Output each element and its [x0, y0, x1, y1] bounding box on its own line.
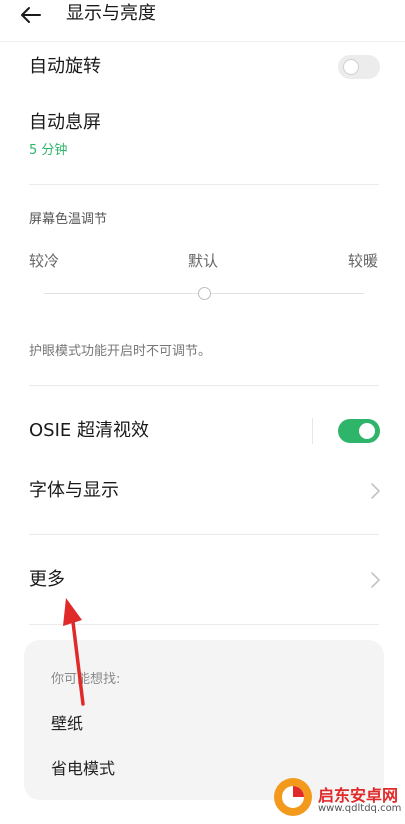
osie-toggle[interactable] [338, 419, 380, 443]
red-arrow-annotation [63, 598, 85, 706]
more-row[interactable]: 更多 [0, 563, 405, 599]
color-temp-title: 屏幕色温调节 [29, 212, 108, 227]
auto-rotate-label: 自动旋转 [29, 56, 101, 77]
divider [29, 385, 379, 386]
suggestion-wallpaper[interactable]: 壁纸 [51, 710, 83, 734]
arrow-left-icon [21, 7, 41, 23]
back-button[interactable] [20, 0, 56, 30]
color-temp-note: 护眼模式功能开启时不可调节。 [29, 344, 212, 359]
font-display-label: 字体与显示 [29, 480, 119, 501]
divider [29, 184, 379, 185]
screen-timeout-row[interactable]: 自动息屏 5 分钟 [0, 108, 405, 168]
toggle-knob [343, 59, 359, 75]
osie-label: OSIE 超清视效 [29, 420, 149, 441]
screen-timeout-label: 自动息屏 [29, 112, 101, 133]
suggestion-power-saving[interactable]: 省电模式 [51, 755, 115, 779]
font-display-row[interactable]: 字体与显示 [0, 474, 405, 510]
auto-rotate-toggle[interactable] [338, 55, 380, 79]
chevron-right-icon [371, 483, 380, 499]
more-label: 更多 [29, 569, 65, 590]
color-temp-slider-thumb[interactable] [197, 287, 211, 300]
color-temp-cold-label: 较冷 [29, 252, 60, 270]
watermark: 启东安卓网 www.qdltdq.com [270, 772, 405, 824]
page-title: 显示与亮度 [66, 3, 156, 24]
chevron-right-icon [371, 572, 380, 588]
vertical-separator [312, 418, 313, 444]
osie-row[interactable]: OSIE 超清视效 [0, 414, 405, 450]
toggle-knob [359, 423, 375, 439]
color-temp-default-label: 默认 [188, 252, 219, 270]
watermark-url: www.qdltdq.com [318, 803, 402, 814]
divider [29, 534, 379, 535]
app-header: 显示与亮度 [0, 0, 405, 42]
watermark-logo-icon [274, 778, 312, 816]
auto-rotate-row[interactable]: 自动旋转 [0, 50, 405, 86]
color-temp-warm-label: 较暖 [348, 252, 379, 270]
screen-timeout-value: 5 分钟 [29, 143, 68, 158]
